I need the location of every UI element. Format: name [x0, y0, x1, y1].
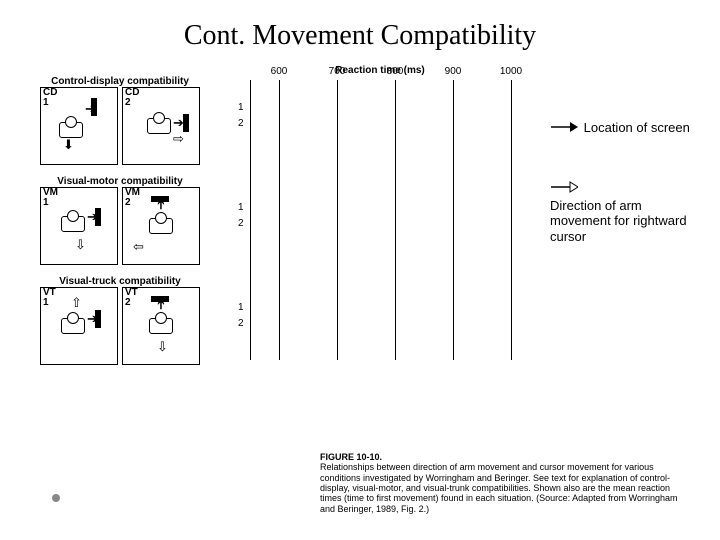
box-label: VT 1 — [43, 288, 56, 308]
legend-item: Direction of arm movement for rightward … — [550, 180, 720, 244]
diagram-box: VM 1 ➔ ⇩ — [40, 187, 118, 265]
box-label: VT 2 — [125, 288, 138, 308]
box-label: CD 1 — [43, 88, 57, 108]
tick-label: 1000 — [500, 66, 522, 77]
bar — [250, 120, 251, 131]
diagram-box: VM 2 ➔ ⇦ — [122, 187, 200, 265]
figure-caption: FIGURE 10-10. Relationships between dire… — [320, 452, 690, 514]
bar-label: 2 — [238, 318, 244, 329]
diagram-box: VT 2 ➔ ⇩ — [122, 287, 200, 365]
arrow-icon: ➔ — [87, 210, 98, 223]
bar — [250, 304, 251, 315]
bar-label: 2 — [238, 218, 244, 229]
legend-text: Direction of arm movement for rightward … — [550, 198, 690, 245]
box-label: CD 2 — [125, 88, 139, 108]
open-arrow-icon — [550, 180, 580, 198]
figure-container: Reaction time (ms) 600 700 800 900 1000 … — [40, 65, 520, 370]
box-label: VM 1 — [43, 188, 58, 208]
filled-arrow-icon — [550, 120, 580, 138]
bullet-icon — [52, 494, 60, 502]
bar — [250, 104, 251, 115]
page-title: Cont. Movement Compatibility — [0, 20, 720, 52]
diagram-box: VT 1 ➔ ⇧ — [40, 287, 118, 365]
arrow-icon: ➔ — [87, 312, 98, 325]
arrow-icon: ⇩ — [157, 340, 168, 353]
tick-label: 900 — [445, 66, 462, 77]
arrow-icon: ⇧ — [71, 296, 82, 309]
bar-label: 1 — [238, 302, 244, 313]
caption-title: FIGURE 10-10. — [320, 452, 382, 462]
section-title: Visual-motor compatibility — [40, 176, 200, 187]
diagram-box: CD 1 ➔ ⬇ — [40, 87, 118, 165]
diagram-box: CD 2 ➔ ⇨ — [122, 87, 200, 165]
bar-label: 2 — [238, 118, 244, 129]
bar-label: 1 — [238, 202, 244, 213]
bar — [250, 204, 251, 215]
arrow-icon: ➔ — [154, 299, 167, 310]
bar — [250, 220, 251, 231]
arrow-icon: ➔ — [154, 199, 167, 210]
caption-body: Relationships between direction of arm m… — [320, 462, 678, 513]
section-title: Control-display compatibility — [40, 76, 200, 87]
bar — [250, 320, 251, 331]
arrow-icon: ⬇ — [63, 138, 74, 151]
arrow-icon: ➔ — [85, 102, 96, 115]
arrow-icon: ➔ — [173, 116, 184, 129]
tick-label: 800 — [387, 66, 404, 77]
arrow-icon: ⇨ — [173, 132, 184, 145]
arrow-icon: ⇩ — [75, 238, 86, 251]
tick-label: 700 — [329, 66, 346, 77]
tick-label: 600 — [271, 66, 288, 77]
section-title: Visual-truck compatibility — [40, 276, 200, 287]
arrow-icon: ⇦ — [133, 240, 144, 253]
legend-text: Location of screen — [584, 120, 704, 136]
box-label: VM 2 — [125, 188, 140, 208]
bar-label: 1 — [238, 102, 244, 113]
legend-item: Location of screen — [550, 120, 704, 138]
